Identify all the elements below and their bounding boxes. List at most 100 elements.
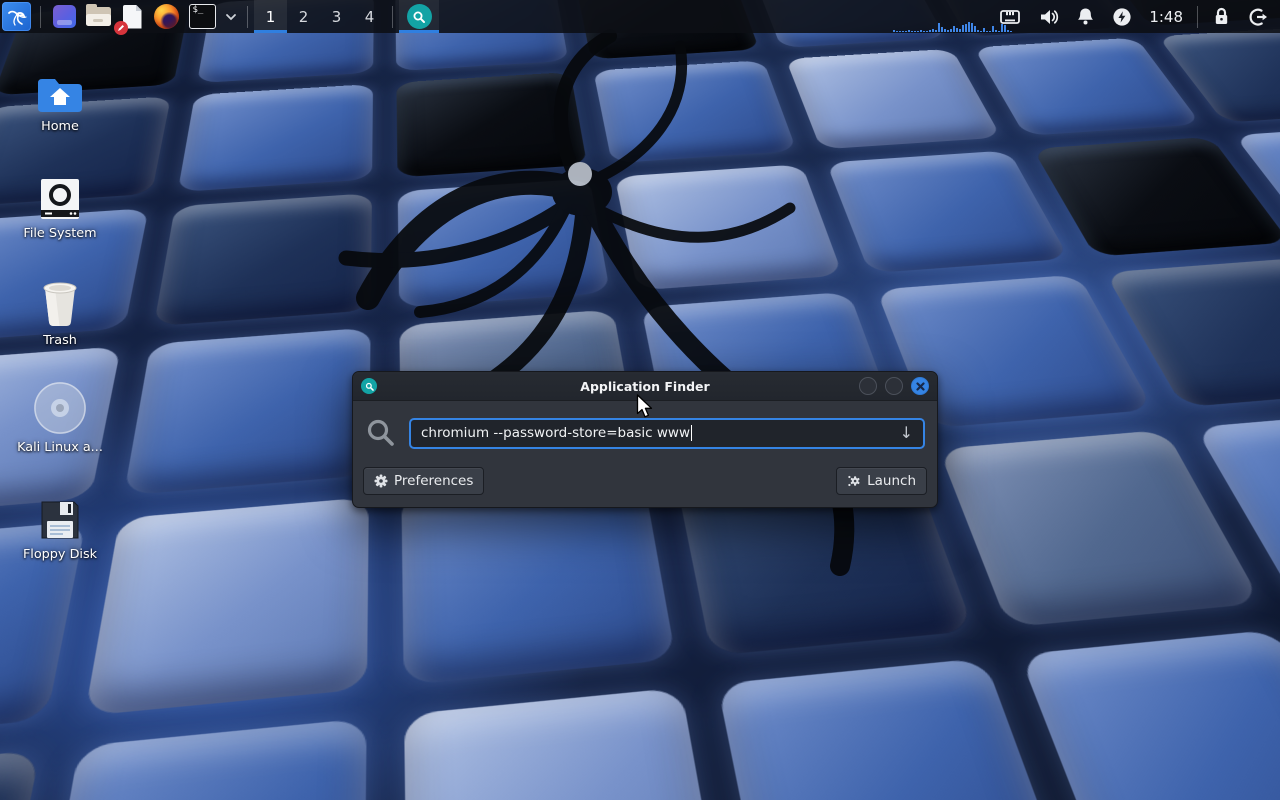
wallpaper-cube [404, 687, 726, 800]
monitor-bar [992, 26, 994, 32]
monitor-bar [929, 30, 931, 32]
expand-arrow-icon[interactable]: ↓ [900, 425, 913, 441]
workspace-button-4[interactable]: 4 [353, 0, 386, 33]
panel-separator [1197, 6, 1198, 28]
monitor-bar [974, 26, 976, 32]
monitor-bar [893, 30, 895, 32]
monitor-bar [947, 30, 949, 32]
preferences-button[interactable]: Preferences [363, 467, 484, 495]
monitor-bar [1004, 25, 1006, 32]
wallpaper-cube [1019, 629, 1280, 800]
text-caret [691, 425, 692, 441]
monitor-bar [1010, 31, 1012, 32]
minimize-button[interactable] [859, 377, 877, 395]
monitor-bar [911, 31, 913, 32]
titlebar[interactable]: Application Finder [353, 372, 937, 401]
monitor-bar [917, 31, 919, 32]
pencil-badge-icon [114, 21, 128, 35]
volume-icon[interactable] [1039, 8, 1059, 26]
desktop-icon-home[interactable]: Home [12, 60, 108, 134]
monitor-bar [998, 31, 1000, 32]
desktop-icon-label: Floppy Disk [23, 548, 97, 562]
monitor-bar [914, 31, 916, 32]
panel-separator [392, 6, 393, 28]
home-folder-icon [36, 60, 84, 114]
launch-label: Launch [867, 473, 916, 489]
monitor-bar [977, 30, 979, 32]
wallpaper-cube [615, 164, 843, 290]
maximize-button[interactable] [885, 377, 903, 395]
app-window-launcher[interactable] [50, 3, 78, 31]
kali-menu-button[interactable] [2, 2, 31, 31]
monitor-bar [1001, 24, 1003, 32]
firefox-launcher[interactable] [152, 3, 180, 31]
monitor-bar [935, 30, 937, 32]
logout-icon[interactable] [1248, 7, 1268, 27]
monitor-bar [899, 31, 901, 32]
monitor-bar [986, 31, 988, 32]
window-title: Application Finder [353, 379, 937, 394]
monitor-bar [983, 28, 985, 32]
monitor-bar [965, 24, 967, 32]
floppy-disk-icon [38, 488, 82, 542]
launch-button[interactable]: Launch [836, 467, 927, 495]
preferences-label: Preferences [394, 473, 473, 489]
desktop-icon-file-system[interactable]: File System [12, 167, 108, 241]
search-input[interactable]: chromium --password-store=basic www ↓ [409, 418, 925, 449]
close-icon [916, 382, 925, 391]
screen-lock-icon[interactable] [1213, 7, 1230, 26]
system-tray: 1:48 [990, 0, 1280, 33]
wallpaper-cube [398, 178, 610, 308]
wallpaper-cube [0, 750, 40, 800]
wallpaper-cube [593, 60, 797, 163]
power-manager-icon[interactable] [1112, 7, 1132, 27]
monitor-bar [995, 30, 997, 32]
application-finder-window: Application Finder chromium --password-s… [352, 371, 938, 508]
workspace-button-3[interactable]: 3 [320, 0, 353, 33]
monitor-bar [920, 30, 922, 32]
taskbar-application-finder-button[interactable] [399, 0, 439, 33]
search-input-value: chromium --password-store=basic www [421, 425, 690, 441]
wallpaper-cube [826, 150, 1069, 273]
folder-icon [86, 7, 111, 26]
wallpaper-cube [717, 658, 1073, 800]
terminal-dropdown-arrow[interactable] [225, 13, 237, 21]
chevron-down-icon [225, 13, 237, 21]
top-panel: $_ 1 2 3 4 [0, 0, 1280, 33]
desktop-icon-trash[interactable]: Trash [12, 274, 108, 348]
desktop-icon-kali-cd[interactable]: Kali Linux a... [12, 381, 108, 455]
monitor-bar [932, 29, 934, 32]
file-manager-launcher[interactable] [84, 3, 112, 31]
system-monitor-graph [893, 20, 1013, 32]
application-finder-icon [361, 378, 377, 394]
monitor-bar [941, 27, 943, 32]
workspace-button-1[interactable]: 1 [254, 0, 287, 33]
workspace-button-2[interactable]: 2 [287, 0, 320, 33]
monitor-bar [938, 23, 940, 32]
wallpaper-cube [396, 72, 587, 178]
monitor-bar [956, 28, 958, 32]
optical-disc-icon [33, 381, 87, 435]
monitor-bar [989, 31, 991, 32]
monitor-bar [950, 29, 952, 32]
desktop-icon-label: Trash [43, 334, 77, 348]
monitor-bar [971, 23, 973, 32]
gear-icon [374, 474, 388, 488]
wallpaper-cube [974, 38, 1202, 136]
hard-drive-icon [38, 167, 82, 221]
desktop-icon-floppy[interactable]: Floppy Disk [12, 488, 108, 562]
text-editor-launcher[interactable] [118, 3, 146, 31]
terminal-icon: $_ [189, 4, 216, 29]
search-icon [365, 417, 397, 449]
workspace-switcher: 1 2 3 4 [254, 0, 386, 33]
clock[interactable]: 1:48 [1149, 8, 1183, 26]
monitor-bar [968, 22, 970, 32]
close-button[interactable] [911, 377, 929, 395]
monitor-bar [923, 31, 925, 32]
terminal-launcher[interactable]: $_ [186, 3, 218, 31]
monitor-bar [959, 29, 961, 32]
monitor-bar [908, 30, 910, 32]
notifications-bell-icon[interactable] [1077, 7, 1094, 26]
firefox-icon [154, 4, 179, 29]
monitor-bar [905, 31, 907, 32]
